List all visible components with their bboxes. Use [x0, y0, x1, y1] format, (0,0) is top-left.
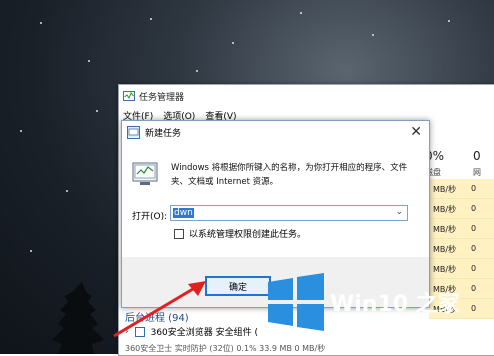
open-label: 打开(O): — [132, 212, 168, 222]
cell-disk: MB/秒 — [433, 225, 457, 234]
watermark-url: www.win10xitong.com — [341, 319, 454, 330]
star — [40, 22, 42, 24]
task-manager-titlebar: 任务管理器 — [119, 85, 494, 107]
star — [448, 20, 450, 22]
close-icon[interactable]: ✕ — [410, 124, 422, 140]
cell-disk: MB/秒 — [433, 245, 457, 254]
column-headers: 0% 磁盘 0 网 — [425, 149, 494, 179]
star — [66, 190, 68, 192]
cell-network: 0 — [471, 284, 477, 293]
new-task-icon — [132, 162, 158, 185]
dialog-title: 新建任务 — [145, 128, 182, 139]
cell-network: 0 — [471, 304, 477, 313]
cell-disk: MB/秒 — [433, 265, 457, 274]
open-command-input[interactable]: dwn ⌄ — [170, 205, 408, 221]
dialog-titlebar: 新建任务 — [122, 121, 429, 143]
star — [196, 70, 198, 72]
process-item-partial[interactable]: 360安全卫士 实时防护 (32位) 0.1% 33.9 MB 0 MB/秒 — [125, 343, 485, 355]
ok-button[interactable]: 确定 — [205, 276, 271, 296]
star — [150, 18, 152, 20]
admin-checkbox[interactable] — [174, 228, 184, 239]
watermark-brand: Win10 之家 — [330, 292, 460, 317]
table-row[interactable]: MB/秒 0 — [429, 219, 494, 239]
table-row[interactable]: MB/秒 0 — [429, 199, 494, 219]
network-label: 网 — [473, 168, 481, 177]
star — [232, 42, 234, 44]
table-row[interactable]: MB/秒 0 — [429, 239, 494, 259]
cell-disk: MB/秒 — [433, 185, 457, 194]
dialog-description: Windows 将根据你所键入的名称，为你打开相应的程序、文件夹、文档或 Int… — [171, 163, 408, 187]
cell-network: 0 — [471, 224, 477, 233]
open-command-value[interactable]: dwn — [173, 208, 194, 218]
cell-network: 0 — [471, 244, 477, 253]
star — [20, 130, 22, 132]
task-manager-icon — [123, 91, 135, 101]
red-arrow-annotation — [113, 281, 206, 338]
table-row[interactable]: MB/秒 0 — [429, 259, 494, 279]
column-network[interactable]: 0 网 — [473, 149, 481, 179]
star — [372, 34, 374, 36]
ok-button-label: 确定 — [228, 282, 247, 293]
run-icon — [127, 125, 140, 139]
admin-checkbox-label: 以系统管理权限创建此任务。 — [189, 230, 307, 240]
cell-disk: MB/秒 — [433, 205, 457, 214]
cell-network: 0 — [471, 184, 477, 193]
star — [96, 110, 98, 112]
windows-logo — [268, 273, 324, 331]
chevron-down-icon[interactable]: ⌄ — [395, 207, 403, 217]
cell-network: 0 — [471, 204, 477, 213]
star — [30, 250, 32, 252]
admin-privilege-option[interactable]: 以系统管理权限创建此任务。 — [174, 227, 306, 240]
star — [88, 60, 90, 62]
network-percent: 0 — [473, 149, 481, 163]
task-manager-title: 任务管理器 — [139, 92, 185, 103]
star — [300, 12, 302, 14]
table-row[interactable]: MB/秒 0 — [429, 179, 494, 199]
tree-silhouette — [52, 282, 104, 354]
cell-network: 0 — [471, 264, 477, 273]
